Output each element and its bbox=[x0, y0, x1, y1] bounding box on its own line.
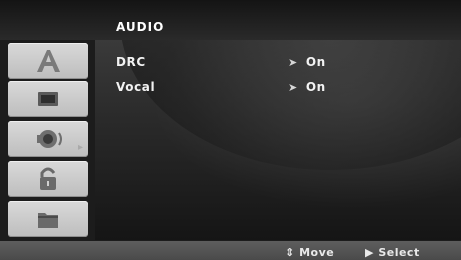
others-folder-icon bbox=[38, 213, 58, 228]
value-arrow-icon: ➤ bbox=[288, 56, 298, 69]
move-icon: ⇕ bbox=[285, 246, 295, 259]
move-hint: ⇕ Move bbox=[285, 246, 334, 259]
selected-tab-arrow-icon: ▸ bbox=[78, 142, 84, 153]
lock-icon bbox=[40, 167, 56, 190]
osd-screen: AUDIO ▸ DRC ➤ On Vocal ➤ On ⇕ Move ▶ Sel… bbox=[0, 0, 461, 260]
tab-display[interactable] bbox=[8, 81, 88, 117]
sidebar bbox=[8, 43, 88, 237]
menu-item-vocal-value[interactable]: ➤ On bbox=[288, 80, 326, 94]
move-label: Move bbox=[299, 246, 335, 259]
select-hint: ▶ Select bbox=[365, 246, 420, 259]
tab-lock[interactable] bbox=[8, 161, 88, 197]
value-arrow-icon: ➤ bbox=[288, 81, 298, 94]
audio-speaker-icon bbox=[37, 130, 62, 148]
footer-hint-bar: ⇕ Move ▶ Select bbox=[0, 241, 461, 260]
tab-language[interactable] bbox=[8, 43, 88, 79]
menu-item-vocal-label[interactable]: Vocal bbox=[116, 80, 155, 94]
top-bar: AUDIO bbox=[0, 0, 461, 40]
select-icon: ▶ bbox=[365, 246, 374, 259]
tab-audio[interactable] bbox=[8, 121, 88, 157]
vocal-value-text: On bbox=[305, 80, 326, 94]
menu-item-drc-value[interactable]: ➤ On bbox=[288, 55, 326, 69]
tab-others[interactable] bbox=[8, 201, 88, 237]
select-label: Select bbox=[378, 246, 420, 259]
drc-value-text: On bbox=[305, 55, 326, 69]
display-icon bbox=[38, 92, 58, 106]
page-title: AUDIO bbox=[116, 20, 165, 34]
language-a-icon bbox=[37, 50, 60, 72]
menu-item-drc-label[interactable]: DRC bbox=[116, 55, 146, 69]
